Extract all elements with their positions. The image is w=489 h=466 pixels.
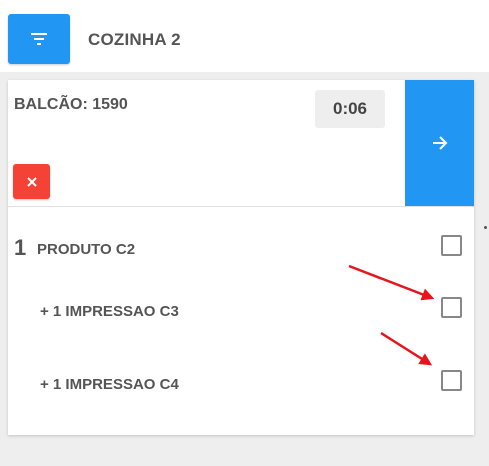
- order-subitem: + 1 IMPRESSAO C3: [8, 289, 474, 329]
- order-item: 1 PRODUTO C2: [8, 227, 474, 267]
- top-bar: COZINHA 2: [0, 0, 489, 72]
- order-label: BALCÃO: 1590: [14, 96, 128, 113]
- orders-panel: BALCÃO: 1590 0:06 1 PRODUTO C2 + 1 IMPRE…: [0, 72, 489, 466]
- filter-button[interactable]: [8, 14, 70, 64]
- subitem-checkbox[interactable]: [441, 370, 462, 391]
- filter-icon: [31, 33, 47, 45]
- advance-order-button[interactable]: [405, 80, 474, 206]
- order-card-header: BALCÃO: 1590 0:06: [8, 80, 474, 207]
- order-timer: 0:06: [315, 90, 385, 128]
- subitem-name: + 1 IMPRESSAO C3: [40, 303, 179, 320]
- edge-mark: [484, 226, 487, 229]
- item-quantity: 1: [14, 235, 27, 260]
- order-subitem: + 1 IMPRESSAO C4: [8, 362, 474, 402]
- station-title: COZINHA 2: [88, 30, 181, 49]
- item-name: PRODUTO C2: [37, 241, 136, 258]
- cancel-order-button[interactable]: [13, 164, 50, 199]
- subitem-checkbox[interactable]: [441, 297, 462, 318]
- subitem-name: + 1 IMPRESSAO C4: [40, 376, 179, 393]
- order-card: BALCÃO: 1590 0:06 1 PRODUTO C2 + 1 IMPRE…: [8, 80, 474, 435]
- arrow-right-icon: [432, 136, 447, 150]
- item-checkbox[interactable]: [441, 235, 462, 256]
- close-icon: [26, 176, 37, 187]
